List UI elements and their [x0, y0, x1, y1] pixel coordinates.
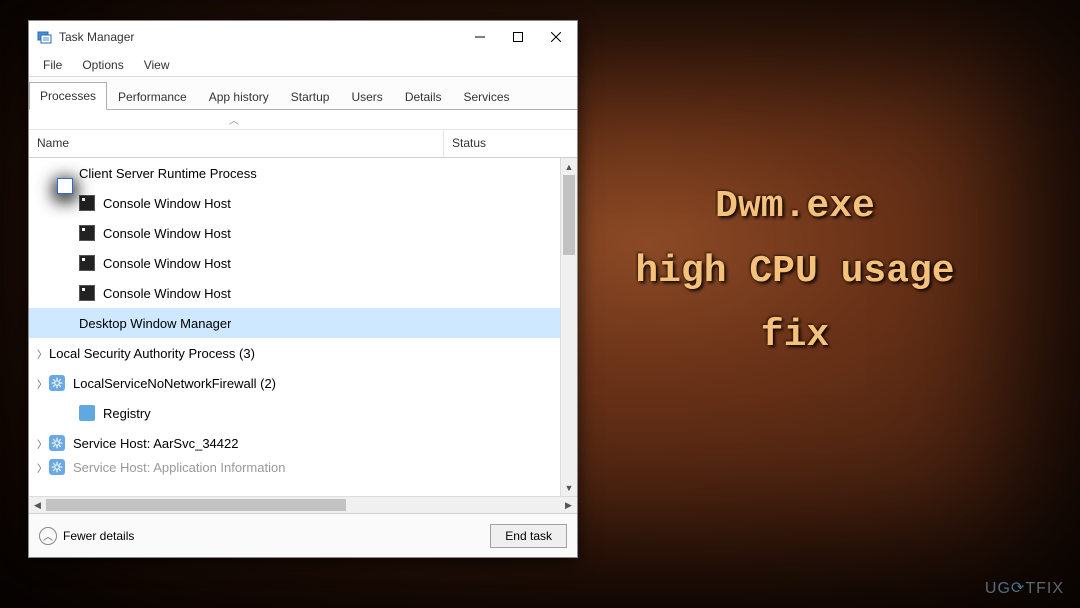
- console-icon: [79, 195, 95, 211]
- vertical-scrollbar[interactable]: ▲ ▼: [560, 158, 577, 496]
- window-title: Task Manager: [59, 30, 134, 44]
- footer: ︿ Fewer details End task: [29, 513, 577, 557]
- process-row[interactable]: Client Server Runtime Process: [29, 158, 577, 188]
- column-headers: Name Status: [29, 130, 577, 158]
- minimize-button[interactable]: [461, 22, 499, 52]
- process-list: Client Server Runtime Process Console Win…: [29, 158, 577, 496]
- process-name: Desktop Window Manager: [79, 316, 231, 331]
- expand-icon[interactable]: 〉: [35, 436, 49, 451]
- scroll-track[interactable]: [561, 175, 577, 479]
- maximize-button[interactable]: [499, 22, 537, 52]
- process-name: Local Security Authority Process (3): [49, 346, 255, 361]
- process-row[interactable]: Console Window Host: [29, 248, 577, 278]
- tab-startup[interactable]: Startup: [280, 83, 341, 110]
- horizontal-scrollbar[interactable]: ◀ ▶: [29, 496, 577, 513]
- process-row[interactable]: 〉 Service Host: Application Information: [29, 458, 577, 476]
- scroll-left-icon[interactable]: ◀: [29, 500, 46, 511]
- headline-line2: high CPU usage: [580, 240, 1010, 305]
- expand-icon[interactable]: 〉: [35, 346, 49, 361]
- tab-users[interactable]: Users: [340, 83, 393, 110]
- tab-details[interactable]: Details: [394, 83, 453, 110]
- process-name: Console Window Host: [103, 196, 231, 211]
- headline-line1: Dwm.exe: [580, 175, 1010, 240]
- menubar: File Options View: [29, 53, 577, 77]
- h-scroll-track[interactable]: [46, 497, 560, 513]
- menu-options[interactable]: Options: [72, 56, 133, 74]
- process-name: Service Host: AarSvc_34422: [73, 436, 238, 451]
- process-name: Registry: [103, 406, 151, 421]
- watermark: UG⟳TFIX: [985, 578, 1064, 598]
- menu-view[interactable]: View: [134, 56, 180, 74]
- process-row[interactable]: 〉 Service Host: AarSvc_34422: [29, 428, 577, 458]
- gear-icon: [49, 459, 65, 475]
- headline-line3: fix: [580, 304, 1010, 369]
- scroll-thumb[interactable]: [563, 175, 575, 255]
- process-row[interactable]: Console Window Host: [29, 188, 577, 218]
- process-name: LocalServiceNoNetworkFirewall (2): [73, 376, 276, 391]
- process-name: Console Window Host: [103, 226, 231, 241]
- expand-icon[interactable]: 〉: [35, 460, 49, 475]
- expand-icon[interactable]: 〉: [35, 376, 49, 391]
- process-row[interactable]: 〉 LocalServiceNoNetworkFirewall (2): [29, 368, 577, 398]
- headline-text: Dwm.exe high CPU usage fix: [580, 175, 1010, 369]
- column-name[interactable]: Name: [29, 130, 444, 157]
- task-manager-window: Task Manager File Options View Processes…: [28, 20, 578, 558]
- scroll-down-icon[interactable]: ▼: [561, 479, 577, 496]
- process-name: Console Window Host: [103, 256, 231, 271]
- tab-processes[interactable]: Processes: [29, 82, 107, 110]
- scroll-up-icon[interactable]: ▲: [561, 158, 577, 175]
- end-task-button[interactable]: End task: [490, 524, 567, 548]
- gear-icon: [49, 375, 65, 391]
- tab-performance[interactable]: Performance: [107, 83, 198, 110]
- menu-file[interactable]: File: [33, 56, 72, 74]
- gear-icon: [49, 435, 65, 451]
- process-name: Console Window Host: [103, 286, 231, 301]
- console-icon: [79, 285, 95, 301]
- column-status[interactable]: Status: [444, 130, 577, 157]
- process-row[interactable]: Desktop Window Manager: [29, 308, 577, 338]
- tab-app-history[interactable]: App history: [198, 83, 280, 110]
- window-icon: [57, 178, 73, 194]
- console-icon: [79, 225, 95, 241]
- close-button[interactable]: [537, 22, 575, 52]
- process-name: Client Server Runtime Process: [79, 166, 257, 181]
- fewer-details-link[interactable]: Fewer details: [63, 529, 134, 543]
- scroll-right-icon[interactable]: ▶: [560, 500, 577, 511]
- app-icon: [37, 29, 53, 45]
- process-row[interactable]: Registry: [29, 398, 577, 428]
- chevron-up-icon: ︿: [229, 112, 239, 127]
- registry-icon: [79, 405, 95, 421]
- sort-indicator: ︿: [29, 110, 577, 130]
- tab-bar: Processes Performance App history Startu…: [29, 77, 577, 110]
- chevron-up-circle-icon[interactable]: ︿: [39, 527, 57, 545]
- h-scroll-thumb[interactable]: [46, 499, 346, 511]
- tab-services[interactable]: Services: [453, 83, 521, 110]
- process-name: Service Host: Application Information: [73, 460, 285, 475]
- process-row[interactable]: 〉Local Security Authority Process (3): [29, 338, 577, 368]
- process-row[interactable]: Console Window Host: [29, 278, 577, 308]
- titlebar[interactable]: Task Manager: [29, 21, 577, 53]
- process-row[interactable]: Console Window Host: [29, 218, 577, 248]
- console-icon: [79, 255, 95, 271]
